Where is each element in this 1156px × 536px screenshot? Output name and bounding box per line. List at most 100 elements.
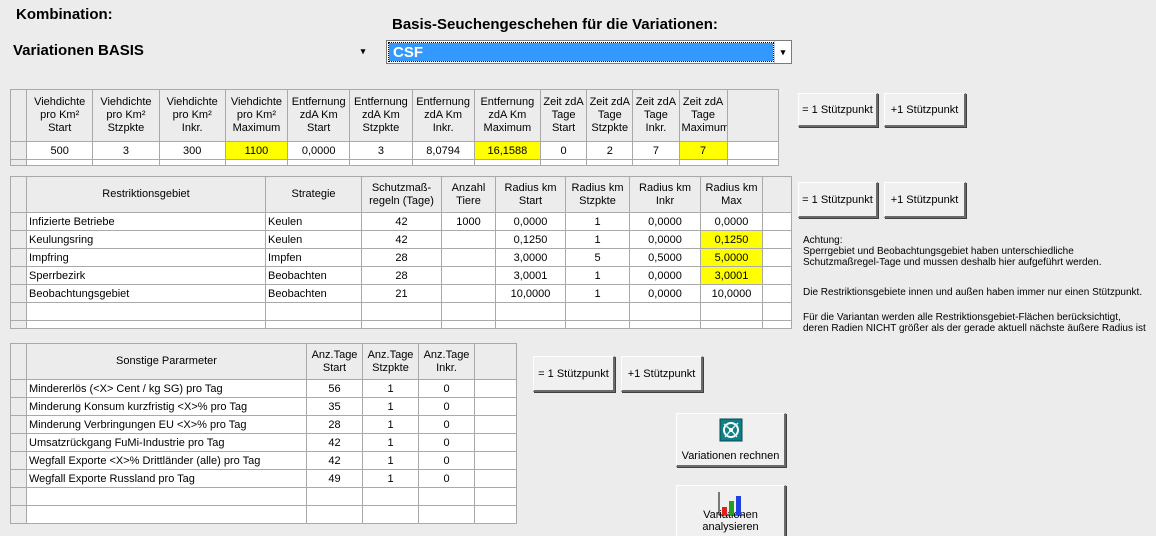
zeit-start-cell[interactable]: 0 [539,141,588,160]
anz-tage-start-cell[interactable]: 49 [306,469,363,488]
row-header-cell [9,141,28,160]
table-row-empty [10,505,517,524]
radius-max-cell[interactable]: 3,0001 [700,266,763,285]
entfernung-stzpkte-cell[interactable]: 3 [349,141,413,160]
anz-tage-stzpkte-cell[interactable]: 1 [362,451,419,470]
radius-start-cell[interactable]: 0,0000 [495,212,566,231]
entfernung-maximum-cell[interactable]: 16,1588 [473,141,542,160]
schutzmassregeln-cell[interactable]: 42 [361,212,442,231]
anz-tage-start-cell[interactable]: 42 [306,451,363,470]
anz-tage-inkr-cell[interactable]: 0 [418,469,475,488]
anz-tage-inkr-cell[interactable]: 0 [418,379,475,398]
row-header-cell [9,89,28,142]
grid1-set-1-stuetzpunkt-button[interactable]: = 1 Stützpunkt [798,93,878,127]
grid3-set-1-stuetzpunkt-button[interactable]: = 1 Stützpunkt [533,356,615,392]
radius-inkr-cell[interactable]: 0,5000 [629,248,701,267]
table-row: Impfring Impfen 28 3,0000 5 0,5000 5,000… [10,248,792,267]
viehdichte-stzpkte-cell[interactable]: 3 [92,141,160,160]
anz-tage-stzpkte-cell[interactable]: 1 [362,415,419,434]
radius-start-cell[interactable]: 3,0001 [495,266,566,285]
radius-inkr-cell[interactable]: 0,0000 [629,284,701,303]
grid2-add-1-stuetzpunkt-button[interactable]: +1 Stützpunkt [884,182,966,218]
anz-tage-start-cell[interactable]: 35 [306,397,363,416]
parameter-cell[interactable]: Wegfall Exporte Russland pro Tag [26,469,307,488]
anz-tage-stzpkte-cell[interactable]: 1 [362,379,419,398]
viehdichte-maximum-cell[interactable]: 1100 [224,141,289,160]
radius-inkr-cell[interactable]: 0,0000 [629,212,701,231]
radius-max-cell[interactable]: 0,0000 [700,212,763,231]
table-row: Beobachtungsgebiet Beobachten 21 10,0000… [10,284,792,303]
table-row: Umsatzrückgang FuMi-Industrie pro Tag 42… [10,433,517,452]
radius-inkr-cell[interactable]: 0,0000 [629,230,701,249]
grid2-set-1-stuetzpunkt-button[interactable]: = 1 Stützpunkt [798,182,878,218]
anzahl-tiere-cell[interactable] [441,284,496,303]
table-row: Minderung Konsum kurzfristig <X>% pro Ta… [10,397,517,416]
restriktionsgebiet-cell[interactable]: Beobachtungsgebiet [26,284,266,303]
viehdichte-inkr-cell[interactable]: 300 [158,141,226,160]
strategie-cell[interactable]: Keulen [265,230,362,249]
parameter-cell[interactable]: Minderung Verbringungen EU <X>% pro Tag [26,415,307,434]
anzahl-tiere-cell[interactable]: 1000 [441,212,496,231]
anz-tage-start-cell[interactable]: 56 [306,379,363,398]
strategie-cell[interactable]: Impfen [265,248,362,267]
anz-tage-stzpkte-cell[interactable]: 1 [362,397,419,416]
radius-stzpkte-cell[interactable]: 1 [565,230,630,249]
radius-max-cell[interactable]: 5,0000 [700,248,763,267]
anz-tage-inkr-cell[interactable]: 0 [418,415,475,434]
radius-start-cell[interactable]: 3,0000 [495,248,566,267]
anz-tage-start-cell[interactable]: 28 [306,415,363,434]
radius-stzpkte-cell[interactable]: 1 [565,212,630,231]
radius-start-cell[interactable]: 0,1250 [495,230,566,249]
anzahl-tiere-cell[interactable] [441,248,496,267]
anz-tage-inkr-cell[interactable]: 0 [418,433,475,452]
zeit-inkr-cell[interactable]: 7 [632,141,680,160]
radius-stzpkte-cell[interactable]: 1 [565,266,630,285]
chevron-down-icon[interactable]: ▾ [774,41,791,63]
radius-stzpkte-cell[interactable]: 1 [565,284,630,303]
chevron-down-icon[interactable]: ▾ [355,41,371,61]
table-row: Mindererlös (<X> Cent / kg SG) pro Tag 5… [10,379,517,398]
schutzmassregeln-cell[interactable]: 28 [361,266,442,285]
anz-tage-start-cell[interactable]: 42 [306,433,363,452]
grid3-add-1-stuetzpunkt-button[interactable]: +1 Stützpunkt [621,356,703,392]
table-row: Sperrbezirk Beobachten 28 3,0001 1 0,000… [10,266,792,285]
kombination-select[interactable]: Variationen BASIS ▾ [10,40,372,62]
radius-inkr-cell[interactable]: 0,0000 [629,266,701,285]
radius-stzpkte-cell[interactable]: 5 [565,248,630,267]
variationen-rechnen-button[interactable]: Variationen rechnen [676,413,786,467]
grid1-header-cell: Entfernung zdA Km Inkr. [411,89,475,142]
restriktionsgebiet-cell[interactable]: Keulungsring [26,230,266,249]
basis-select[interactable]: CSF ▾ [386,40,792,64]
row-header-cell [9,159,28,166]
schutzmassregeln-cell[interactable]: 28 [361,248,442,267]
grid3-header-cell: Sonstige Pararmeter [26,343,307,380]
entfernung-inkr-cell[interactable]: 8,0794 [411,141,475,160]
schutzmassregeln-cell[interactable]: 21 [361,284,442,303]
entfernung-start-cell[interactable]: 0,0000 [287,141,351,160]
strategie-cell[interactable]: Keulen [265,212,362,231]
zeit-maximum-cell[interactable]: 7 [678,141,728,160]
radius-max-cell[interactable]: 0,1250 [700,230,763,249]
anz-tage-stzpkte-cell[interactable]: 1 [362,469,419,488]
anzahl-tiere-cell[interactable] [441,266,496,285]
radius-start-cell[interactable]: 10,0000 [495,284,566,303]
restriktionsgebiet-cell[interactable]: Impfring [26,248,266,267]
viehdichte-start-cell[interactable]: 500 [26,141,94,160]
radius-max-cell[interactable]: 10,0000 [700,284,763,303]
anz-tage-inkr-cell[interactable]: 0 [418,397,475,416]
anzahl-tiere-cell[interactable] [441,230,496,249]
strategie-cell[interactable]: Beobachten [265,284,362,303]
variationen-analysieren-button[interactable]: Variationen analysieren [676,485,786,536]
anz-tage-inkr-cell[interactable]: 0 [418,451,475,470]
schutzmassregeln-cell[interactable]: 42 [361,230,442,249]
parameter-cell[interactable]: Mindererlös (<X> Cent / kg SG) pro Tag [26,379,307,398]
anz-tage-stzpkte-cell[interactable]: 1 [362,433,419,452]
parameter-cell[interactable]: Wegfall Exporte <X>% Drittländer (alle) … [26,451,307,470]
strategie-cell[interactable]: Beobachten [265,266,362,285]
parameter-cell[interactable]: Minderung Konsum kurzfristig <X>% pro Ta… [26,397,307,416]
parameter-cell[interactable]: Umsatzrückgang FuMi-Industrie pro Tag [26,433,307,452]
grid1-add-1-stuetzpunkt-button[interactable]: +1 Stützpunkt [884,93,966,127]
restriktionsgebiet-cell[interactable]: Infizierte Betriebe [26,212,266,231]
restriktionsgebiet-cell[interactable]: Sperrbezirk [26,266,266,285]
zeit-stzpkte-cell[interactable]: 2 [586,141,634,160]
